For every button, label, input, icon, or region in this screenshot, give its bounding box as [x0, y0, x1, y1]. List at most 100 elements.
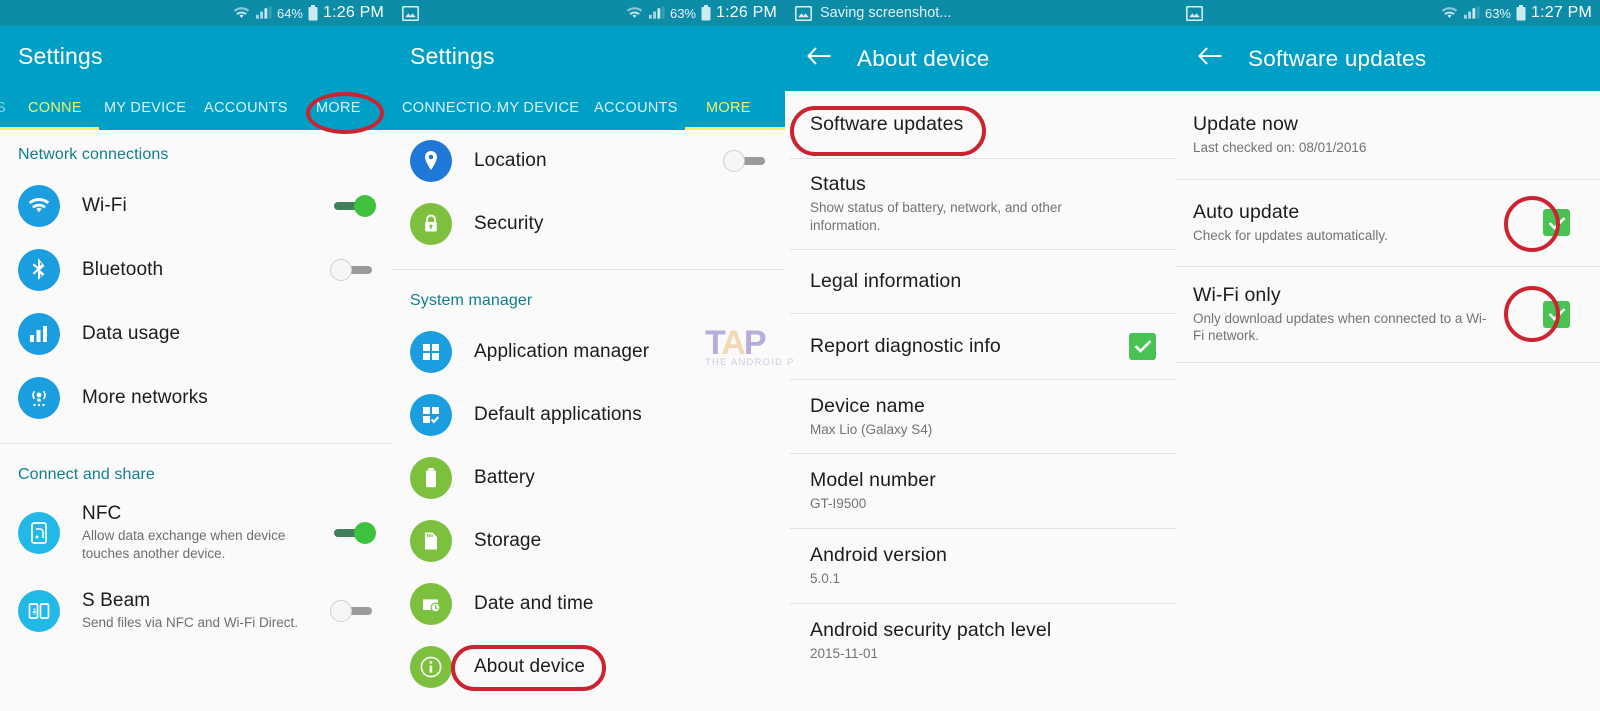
row-about-device[interactable]: About device — [392, 635, 785, 698]
item-title: Device name — [810, 394, 925, 417]
status-bar-right: 64% 1:26 PM — [233, 4, 384, 22]
status-bar: 64% 1:26 PM — [0, 0, 392, 26]
row-body: About device — [452, 656, 769, 678]
prow-body: Auto update Check for updates automatica… — [1193, 201, 1543, 245]
row-data-usage[interactable]: Data usage — [0, 302, 392, 366]
row-body: Security — [452, 213, 769, 235]
row-date-and-time[interactable]: Date and time — [392, 572, 785, 635]
item-android-version[interactable]: Android version 5.0.1 — [790, 529, 1176, 603]
about-device-list: Software updates Status Show status of b… — [790, 91, 1176, 711]
row-storage[interactable]: Storage — [392, 509, 785, 572]
status-bar-left — [402, 5, 626, 21]
back-arrow-icon[interactable] — [1198, 46, 1224, 72]
item-subtitle: Last checked on: 08/01/2016 — [1193, 140, 1367, 155]
tab-my-device[interactable]: MY DEVICE — [104, 86, 186, 130]
row-title: Battery — [474, 466, 535, 488]
prow-body: Software updates — [810, 113, 1156, 136]
item-report-diagnostic-info[interactable]: Report diagnostic info — [790, 314, 1176, 379]
tab-bar: CONNECTIO.. MY DEVICE ACCOUNTS MORE — [392, 86, 785, 130]
wifi-icon — [233, 6, 250, 21]
item-title: Report diagnostic info — [810, 334, 1001, 357]
row-s-beam[interactable]: S Beam Send files via NFC and Wi-Fi Dire… — [0, 572, 392, 650]
item-update-now[interactable]: Update now Last checked on: 08/01/2016 — [1176, 91, 1600, 179]
section-header-connect-share: Connect and share — [18, 466, 155, 483]
screenshot-icon — [795, 5, 812, 21]
row-bluetooth[interactable]: Bluetooth — [0, 238, 392, 302]
row-title: Date and time — [474, 592, 594, 614]
app-bar-title-row: Settings — [0, 26, 392, 86]
item-status[interactable]: Status Show status of battery, network, … — [790, 159, 1176, 249]
item-software-updates[interactable]: Software updates — [790, 91, 1176, 158]
row-battery[interactable]: Battery — [392, 446, 785, 509]
item-device-name[interactable]: Device name Max Lio (Galaxy S4) — [790, 380, 1176, 454]
row-title: About device — [474, 655, 586, 677]
wifi-icon — [18, 185, 60, 227]
bar-chart-icon — [18, 313, 60, 355]
sbeam-icon — [18, 590, 60, 632]
prow-body: Model number GT-I9500 — [810, 469, 1156, 513]
nfc-toggle[interactable] — [330, 522, 376, 544]
battery-percent: 63% — [669, 5, 696, 21]
back-arrow-icon[interactable] — [807, 46, 833, 72]
wifi-icon — [626, 6, 643, 21]
row-title: Storage — [474, 529, 542, 551]
prow-body: Wi-Fi only Only download updates when co… — [1193, 284, 1543, 346]
wifi-only-checkbox[interactable] — [1543, 300, 1570, 328]
item-model-number[interactable]: Model number GT-I9500 — [790, 454, 1176, 528]
bluetooth-toggle[interactable] — [330, 259, 376, 281]
panel-about-device: Saving screenshot... About device Softwa… — [785, 0, 1176, 711]
screenshot-icon — [402, 5, 419, 21]
battery-icon — [308, 5, 318, 21]
tab-my-device[interactable]: MY DEVICE — [497, 86, 579, 130]
wifi-toggle[interactable] — [330, 195, 376, 217]
row-more-networks[interactable]: More networks — [0, 366, 392, 430]
row-nfc[interactable]: NFC Allow data exchange when device touc… — [0, 494, 392, 572]
tab-partial-left[interactable]: S — [0, 86, 6, 130]
nfc-icon — [18, 512, 60, 554]
prow-body: Android version 5.0.1 — [810, 544, 1156, 588]
tab-more[interactable]: MORE — [706, 86, 751, 130]
settings-list: Network connections Wi-Fi Bluetooth Data… — [0, 130, 392, 711]
tab-connections[interactable]: CONNE — [28, 86, 82, 130]
app-bar: Settings S CONNE MY DEVICE ACCOUNTS MORE — [0, 26, 392, 130]
screenshot-icon — [1186, 5, 1203, 21]
battery-icon — [701, 5, 711, 21]
report-diagnostic-checkbox[interactable] — [1129, 332, 1156, 360]
tab-connections[interactable]: CONNECTIO.. — [402, 86, 500, 130]
section-header-system-manager: System manager — [410, 292, 533, 309]
page-title: About device — [857, 45, 990, 71]
row-body: S Beam Send files via NFC and Wi-Fi Dire… — [60, 590, 330, 632]
status-bar-right: 63% 1:27 PM — [1441, 4, 1592, 22]
item-subtitle: 5.0.1 — [810, 571, 841, 587]
item-subtitle: Max Lio (Galaxy S4) — [810, 421, 933, 437]
prow-body: Status Show status of battery, network, … — [810, 173, 1156, 235]
item-subtitle: 2015-11-01 — [810, 646, 879, 662]
row-title: Wi-Fi — [82, 195, 127, 216]
location-pin-icon — [410, 140, 452, 182]
status-bar: 63% 1:27 PM — [1176, 0, 1600, 26]
row-security[interactable]: Security — [392, 192, 785, 255]
item-wifi-only[interactable]: Wi-Fi only Only download updates when co… — [1176, 267, 1600, 363]
battery-icon — [1516, 5, 1526, 21]
row-location[interactable]: Location — [392, 130, 785, 192]
lock-icon — [410, 202, 452, 245]
tab-more[interactable]: MORE — [316, 86, 361, 130]
battery-percent: 64% — [276, 5, 303, 21]
tab-accounts[interactable]: ACCOUNTS — [204, 86, 288, 130]
row-default-applications[interactable]: Default applications — [392, 383, 785, 446]
row-wifi[interactable]: Wi-Fi — [0, 174, 392, 238]
tab-active-underline — [0, 127, 99, 130]
item-android-security-patch-level[interactable]: Android security patch level 2015-11-01 — [790, 604, 1176, 678]
app-bar: Settings CONNECTIO.. MY DEVICE ACCOUNTS … — [392, 26, 785, 130]
grid-check-icon — [410, 393, 452, 436]
auto-update-checkbox[interactable] — [1543, 209, 1570, 237]
tab-accounts[interactable]: ACCOUNTS — [594, 86, 678, 130]
s-beam-toggle[interactable] — [330, 600, 376, 622]
item-subtitle: Check for updates automatically. — [1193, 227, 1388, 243]
row-application-manager[interactable]: Application manager — [392, 320, 785, 383]
location-toggle[interactable] — [723, 150, 769, 172]
item-legal-information[interactable]: Legal information — [790, 250, 1176, 313]
item-auto-update[interactable]: Auto update Check for updates automatica… — [1176, 180, 1600, 266]
item-subtitle: Show status of battery, network, and oth… — [810, 200, 1062, 233]
item-title: Auto update — [1193, 200, 1300, 223]
